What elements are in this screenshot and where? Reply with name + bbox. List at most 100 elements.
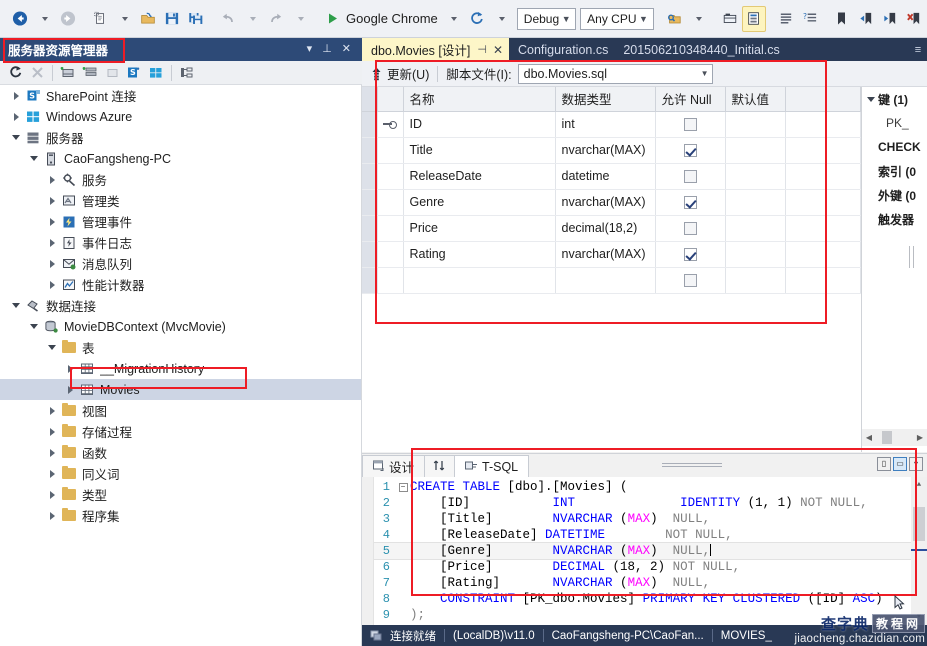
tsql-editor[interactable]: 1−CREATE TABLE [dbo].[Movies] (2 [ID] IN… xyxy=(362,477,927,625)
allow-null-cell[interactable] xyxy=(655,215,725,241)
allow-null-checkbox[interactable] xyxy=(684,144,697,157)
column-datatype-cell[interactable]: nvarchar(MAX) xyxy=(555,137,655,163)
expand-toggle[interactable] xyxy=(44,239,60,247)
allow-null-checkbox[interactable] xyxy=(684,248,697,261)
allow-null-checkbox[interactable] xyxy=(684,118,697,131)
column-name-cell[interactable]: Rating xyxy=(403,241,555,267)
tree-node[interactable]: 管理事件 xyxy=(0,211,361,232)
column-datatype-cell[interactable] xyxy=(555,267,655,293)
solution-platform-combo[interactable]: Any CPU ▼ xyxy=(580,8,653,30)
code-line[interactable]: 8 CONSTRAINT [PK_dbo.Movies] PRIMARY KEY… xyxy=(374,591,911,607)
designer-view-tabs[interactable]: 设计T-SQL xyxy=(362,453,927,477)
column-datatype-cell[interactable]: datetime xyxy=(555,163,655,189)
code-line[interactable]: 3 [Title] NVARCHAR (MAX) NULL, xyxy=(374,511,911,527)
column-name-cell[interactable]: Price xyxy=(403,215,555,241)
tree-node[interactable]: 事件日志 xyxy=(0,232,361,253)
default-value-cell[interactable] xyxy=(725,267,785,293)
designer-property-row[interactable]: CHECK xyxy=(862,135,927,159)
start-debugging-label[interactable]: Google Chrome xyxy=(344,11,441,26)
expand-toggle[interactable] xyxy=(44,512,60,520)
column-name-cell[interactable] xyxy=(403,267,555,293)
tree-node[interactable]: Windows Azure xyxy=(0,106,361,127)
collapse-toggle[interactable] xyxy=(26,156,42,161)
collapse-toggle[interactable] xyxy=(8,135,24,140)
code-line[interactable]: 2 [ID] INT IDENTITY (1, 1) NOT NULL, xyxy=(374,495,911,511)
row-selector-cell[interactable] xyxy=(362,241,377,267)
table-row[interactable]: Titlenvarchar(MAX) xyxy=(362,137,861,163)
tree-node[interactable]: 同义词 xyxy=(0,463,361,484)
scroll-thumb[interactable] xyxy=(882,431,892,444)
tree-node[interactable]: 消息队列 xyxy=(0,253,361,274)
tree-node[interactable]: 视图 xyxy=(0,400,361,421)
new-project-dropdown[interactable] xyxy=(112,6,136,32)
expand-toggle[interactable] xyxy=(44,470,60,478)
scroll-left-icon[interactable]: ◀ xyxy=(862,433,876,442)
allow-null-checkbox[interactable] xyxy=(684,274,697,287)
column-datatype-cell[interactable]: decimal(18,2) xyxy=(555,215,655,241)
allow-null-checkbox[interactable] xyxy=(684,196,697,209)
tree-node[interactable]: 存储过程 xyxy=(0,421,361,442)
update-button[interactable]: 更新(U) xyxy=(370,64,429,83)
fold-toggle[interactable]: − xyxy=(396,483,410,492)
redo-dropdown[interactable] xyxy=(288,6,312,32)
expand-toggle[interactable] xyxy=(44,428,60,436)
collapse-toggle[interactable] xyxy=(8,303,24,308)
name-column-header[interactable]: 名称 xyxy=(403,87,555,111)
allow-null-checkbox[interactable] xyxy=(684,170,697,183)
tabstrip-overflow-button[interactable]: ≡ xyxy=(909,38,927,61)
panel-dropdown-icon[interactable]: ▾ xyxy=(302,44,318,55)
column-name-cell[interactable]: Title xyxy=(403,137,555,163)
expand-toggle[interactable] xyxy=(8,113,24,121)
stop-button[interactable] xyxy=(26,63,48,83)
designer-property-row[interactable]: 索引 (0 xyxy=(862,159,927,183)
scroll-right-icon[interactable]: ▶ xyxy=(913,433,927,442)
default-value-cell[interactable] xyxy=(725,163,785,189)
designer-property-row[interactable]: 外键 (0 xyxy=(862,183,927,207)
code-line[interactable]: 7 [Rating] NVARCHAR (MAX) NULL, xyxy=(374,575,911,591)
undo-dropdown[interactable] xyxy=(240,6,264,32)
start-debugging-button[interactable] xyxy=(320,6,344,32)
solution-explorer-button[interactable] xyxy=(718,6,742,32)
server-explorer-button[interactable] xyxy=(742,6,766,32)
script-file-combo[interactable]: dbo.Movies.sql ▼ xyxy=(518,64,713,84)
tree-node[interactable]: 服务器 xyxy=(0,127,361,148)
expand-toggle[interactable] xyxy=(8,92,24,100)
document-tab[interactable]: Configuration.cs xyxy=(509,38,614,61)
scroll-track[interactable] xyxy=(911,493,927,609)
allow-null-cell[interactable] xyxy=(655,111,725,137)
column-datatype-cell[interactable]: nvarchar(MAX) xyxy=(555,189,655,215)
panel-resize-grip[interactable] xyxy=(909,246,914,268)
table-row[interactable]: Genrenvarchar(MAX) xyxy=(362,189,861,215)
tree-node[interactable]: 表 xyxy=(0,337,361,358)
tree-node[interactable]: SSharePoint 连接 xyxy=(0,85,361,106)
designer-property-row[interactable]: 键 (1) xyxy=(862,87,927,111)
collapse-toggle[interactable] xyxy=(26,324,42,329)
code-line[interactable]: 6 [Price] DECIMAL (18, 2) NOT NULL, xyxy=(374,559,911,575)
designer-property-row[interactable]: 触发器 xyxy=(862,207,927,231)
expand-toggle[interactable] xyxy=(62,365,78,373)
column-datatype-cell[interactable]: int xyxy=(555,111,655,137)
split-horizontal-button[interactable]: ▭ xyxy=(893,457,907,471)
pin-icon[interactable]: ⊥ xyxy=(317,44,337,55)
delete-connection-button[interactable] xyxy=(101,63,123,83)
default-value-cell[interactable] xyxy=(725,215,785,241)
new-project-button[interactable] xyxy=(88,6,112,32)
table-row[interactable]: IDint xyxy=(362,111,861,137)
collapse-toggle[interactable] xyxy=(44,345,60,350)
tree-node[interactable]: 函数 xyxy=(0,442,361,463)
designer-properties-panel[interactable]: 键 (1)PK_CHECK索引 (0外键 (0触发器 xyxy=(862,87,927,452)
tree-node[interactable]: Movies xyxy=(0,379,361,400)
table-row[interactable] xyxy=(362,267,861,293)
tree-node[interactable]: 类型 xyxy=(0,484,361,505)
tree-node[interactable]: CaoFangsheng-PC xyxy=(0,148,361,169)
code-line[interactable]: 9); xyxy=(374,607,911,623)
properties-horizontal-scrollbar[interactable]: ◀ ▶ xyxy=(862,429,927,446)
navigate-back-dropdown[interactable] xyxy=(32,6,56,32)
default-value-cell[interactable] xyxy=(725,189,785,215)
designer-view-tab[interactable]: 设计 xyxy=(362,455,425,477)
default-value-cell[interactable] xyxy=(725,241,785,267)
collapse-pane-button[interactable]: ▾ xyxy=(909,457,923,471)
tree-node[interactable]: MovieDBContext (MvcMovie) xyxy=(0,316,361,337)
expand-toggle[interactable] xyxy=(44,491,60,499)
expand-toggle[interactable] xyxy=(44,407,60,415)
